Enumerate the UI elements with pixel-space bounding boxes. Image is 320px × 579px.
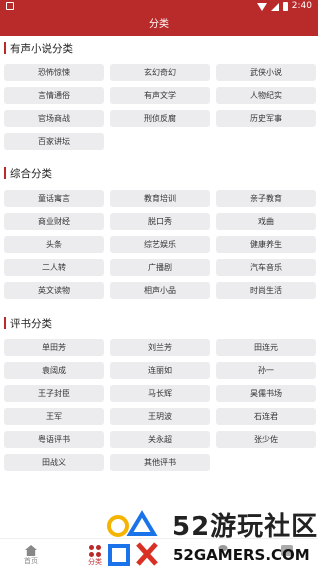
app-header: 分类 bbox=[0, 13, 318, 36]
notification-icon bbox=[6, 2, 14, 10]
category-tag[interactable]: 戏曲 bbox=[216, 213, 316, 230]
category-tag[interactable]: 刘兰芳 bbox=[110, 339, 210, 356]
category-tag[interactable]: 人物纪实 bbox=[216, 87, 316, 104]
category-tag[interactable]: 连丽如 bbox=[110, 362, 210, 379]
category-tag[interactable]: 其他评书 bbox=[110, 454, 210, 471]
section-accent-bar bbox=[4, 42, 6, 54]
category-tag[interactable]: 玄幻奇幻 bbox=[110, 64, 210, 81]
category-tag[interactable]: 英文读物 bbox=[4, 282, 104, 299]
category-tag[interactable]: 言情通俗 bbox=[4, 87, 104, 104]
category-tag[interactable]: 昊儒书场 bbox=[216, 385, 316, 402]
section-accent-bar bbox=[4, 167, 6, 179]
watermark-overlay: 52游玩社区 52GAMERS.COM bbox=[100, 506, 318, 578]
section-title-text: 综合分类 bbox=[10, 167, 52, 180]
category-tag[interactable]: 孙一 bbox=[216, 362, 316, 379]
category-tag[interactable]: 关永超 bbox=[110, 431, 210, 448]
category-tag[interactable]: 二人转 bbox=[4, 259, 104, 276]
category-tag[interactable]: 商业财经 bbox=[4, 213, 104, 230]
category-tag[interactable]: 广播剧 bbox=[110, 259, 210, 276]
category-grid-general: 童话寓言 教育培训 亲子教育商业财经 脱口秀 戏曲头条 综艺娱乐 健康养生二人转 广播剧 汽车音… bbox=[4, 190, 316, 299]
wifi-icon bbox=[256, 2, 267, 11]
category-tag[interactable]: 时尚生活 bbox=[216, 282, 316, 299]
category-tag[interactable]: 恐怖惊悚 bbox=[4, 64, 104, 81]
category-tag[interactable]: 汽车音乐 bbox=[216, 259, 316, 276]
section-title-general: 综合分类 bbox=[4, 166, 52, 180]
category-tag[interactable]: 王军 bbox=[4, 408, 104, 425]
category-grid-storytelling: 单田芳 刘兰芳 田连元袁阔成 连丽如 孙一王子封臣 马长辉 昊儒书场王军 王玥波 石连君粤语评书… bbox=[4, 339, 316, 471]
category-tag[interactable]: 相声小品 bbox=[110, 282, 210, 299]
category-tag[interactable]: 百家讲坛 bbox=[4, 133, 104, 150]
category-tag[interactable]: 单田芳 bbox=[4, 339, 104, 356]
section-title-audio-novel: 有声小说分类 bbox=[4, 41, 73, 55]
home-icon bbox=[25, 545, 37, 556]
status-time: 2:40 bbox=[291, 1, 312, 11]
category-tag[interactable]: 教育培训 bbox=[110, 190, 210, 207]
category-tag[interactable]: 有声文学 bbox=[110, 87, 210, 104]
category-tag[interactable]: 袁阔成 bbox=[4, 362, 104, 379]
signal-icon bbox=[270, 2, 279, 11]
category-tag[interactable]: 王子封臣 bbox=[4, 385, 104, 402]
category-tag[interactable]: 综艺娱乐 bbox=[110, 236, 210, 253]
status-bar: 2:40 bbox=[0, 0, 318, 13]
page-title: 分类 bbox=[149, 19, 169, 30]
category-tag[interactable]: 马长辉 bbox=[110, 385, 210, 402]
category-tag[interactable]: 头条 bbox=[4, 236, 104, 253]
category-tag[interactable]: 童话寓言 bbox=[4, 190, 104, 207]
section-title-text: 有声小说分类 bbox=[10, 42, 73, 55]
watermark-url: 52GAMERS.COM bbox=[173, 546, 310, 564]
watermark-logo-icon bbox=[107, 510, 158, 566]
category-tag[interactable]: 健康养生 bbox=[216, 236, 316, 253]
watermark-title: 52游玩社区 bbox=[172, 512, 319, 542]
category-tag[interactable]: 亲子教育 bbox=[216, 190, 316, 207]
category-tag[interactable]: 脱口秀 bbox=[110, 213, 210, 230]
category-tag[interactable]: 粤语评书 bbox=[4, 431, 104, 448]
category-tag[interactable]: 官场商战 bbox=[4, 110, 104, 127]
section-title-storytelling: 评书分类 bbox=[4, 316, 52, 330]
category-tag[interactable]: 田战义 bbox=[4, 454, 104, 471]
section-accent-bar bbox=[4, 317, 6, 329]
category-tag[interactable]: 历史军事 bbox=[216, 110, 316, 127]
category-grid-audio-novel: 恐怖惊悚 玄幻奇幻 武侠小说言情通俗 有声文学 人物纪实官场商战 刑侦反腐 历史军事百家讲坛 bbox=[4, 64, 316, 150]
category-tag[interactable]: 武侠小说 bbox=[216, 64, 316, 81]
section-title-text: 评书分类 bbox=[10, 317, 52, 330]
category-tag[interactable]: 石连君 bbox=[216, 408, 316, 425]
battery-icon bbox=[282, 2, 288, 11]
nav-item-home[interactable]: 首页 bbox=[6, 543, 56, 573]
category-tag[interactable]: 张少佐 bbox=[216, 431, 316, 448]
category-tag[interactable]: 刑侦反腐 bbox=[110, 110, 210, 127]
category-tag[interactable]: 田连元 bbox=[216, 339, 316, 356]
nav-label: 首页 bbox=[24, 557, 38, 565]
category-tag[interactable]: 王玥波 bbox=[110, 408, 210, 425]
status-indicators: 2:40 bbox=[256, 1, 312, 12]
